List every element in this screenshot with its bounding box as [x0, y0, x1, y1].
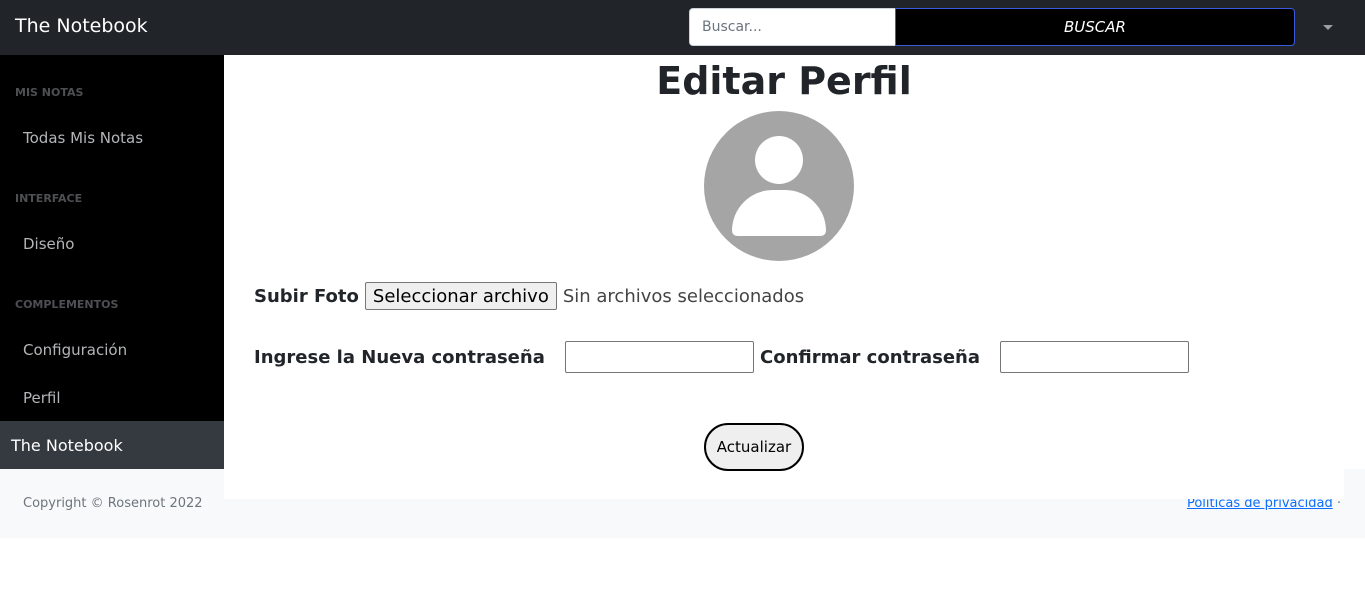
new-password-row: Ingrese la Nueva contraseña — [254, 341, 754, 373]
brand-logo-text[interactable]: The Notebook — [15, 15, 148, 37]
confirm-password-label: Confirmar contraseña — [760, 346, 981, 368]
choose-file-button[interactable]: Seleccionar archivo — [364, 282, 557, 310]
sidebar-heading-interface: INTERFACE — [15, 192, 83, 205]
sidebar-item-perfil[interactable]: Perfil — [23, 389, 61, 407]
search-input[interactable] — [689, 8, 896, 46]
file-status-text: Sin archivos seleccionados — [562, 285, 805, 307]
sidebar-footer: The Notebook — [0, 421, 224, 469]
confirm-password-row: Confirmar contraseña — [760, 341, 1190, 373]
user-dropdown-toggle[interactable] — [1314, 16, 1342, 38]
copyright-text: Copyright © Rosenrot 2022 — [23, 496, 203, 511]
sidebar: MIS NOTAS Todas Mis Notas INTERFACE Dise… — [0, 55, 224, 421]
photo-upload-row: Subir Foto Seleccionar archivo Sin archi… — [254, 282, 804, 310]
sidebar-heading-mis-notas: MIS NOTAS — [15, 86, 84, 99]
page-title: Editar Perfil — [656, 59, 912, 103]
new-password-label: Ingrese la Nueva contraseña — [254, 346, 545, 368]
sidebar-item-diseno[interactable]: Diseño — [23, 235, 74, 253]
update-button[interactable]: Actualizar — [704, 423, 804, 471]
sidebar-footer-label: The Notebook — [11, 436, 123, 455]
avatar-head-shape — [755, 136, 803, 184]
main-content: Editar Perfil Subir Foto Seleccionar arc… — [224, 55, 1344, 499]
avatar-placeholder-icon — [704, 111, 854, 261]
sidebar-item-configuracion[interactable]: Configuración — [23, 341, 127, 359]
confirm-password-field[interactable] — [1000, 341, 1190, 373]
caret-down-icon — [1323, 24, 1333, 30]
avatar-body-shape — [732, 190, 826, 236]
photo-upload-label: Subir Foto — [254, 285, 359, 307]
top-navbar: The Notebook BUSCAR — [0, 0, 1365, 55]
sidebar-heading-complementos: COMPLEMENTOS — [15, 298, 119, 311]
search-button[interactable]: BUSCAR — [895, 8, 1295, 46]
sidebar-item-todas-mis-notas[interactable]: Todas Mis Notas — [23, 129, 143, 147]
new-password-field[interactable] — [564, 341, 754, 373]
